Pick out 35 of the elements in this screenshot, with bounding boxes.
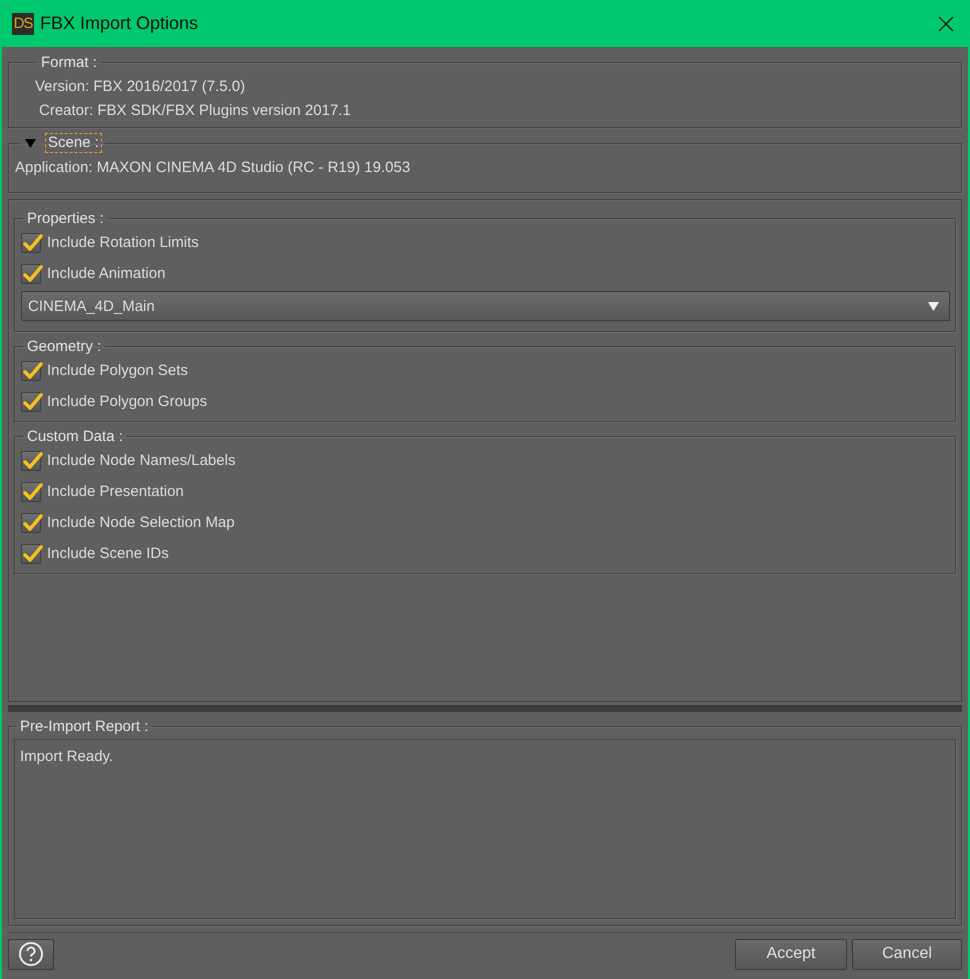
- app-logo: DS: [12, 12, 34, 34]
- group-label: Geometry :: [26, 338, 102, 355]
- group-label: Properties :: [26, 210, 105, 227]
- checkbox-label: Include Scene IDs: [47, 545, 169, 562]
- report-text: Import Ready.: [20, 748, 114, 765]
- checkbox[interactable]: [21, 232, 41, 252]
- checkbox-label: Include Polygon Groups: [47, 393, 208, 410]
- checkbox[interactable]: [21, 360, 41, 380]
- dialog-button[interactable]: Accept: [735, 938, 847, 970]
- dropdown[interactable]: CINEMA_4D_Main: [21, 291, 950, 321]
- help-button[interactable]: [8, 938, 54, 970]
- checkbox[interactable]: [21, 482, 41, 502]
- window-title: FBX Import Options: [40, 13, 200, 34]
- help-icon: [18, 941, 44, 967]
- dialog-button[interactable]: Cancel: [852, 938, 962, 970]
- group-label: Custom Data :: [26, 428, 124, 445]
- group-label: Pre-Import Report :: [19, 718, 150, 735]
- checkbox[interactable]: [21, 392, 41, 412]
- dropdown-arrow-icon: [928, 302, 939, 310]
- checkbox[interactable]: [21, 450, 41, 470]
- checkbox-label: Include Node Selection Map: [47, 514, 235, 531]
- checkbox[interactable]: [21, 544, 41, 564]
- checkbox-label: Include Polygon Sets: [47, 362, 188, 379]
- format-info: Creator: FBX SDK/FBX Plugins version 2017.1: [38, 101, 352, 121]
- checkbox-label: Include Rotation Limits: [47, 234, 199, 251]
- format-info: Version: FBX 2016/2017 (7.5.0): [35, 77, 246, 97]
- checkbox-label: Include Node Names/Labels: [47, 452, 236, 469]
- checkbox[interactable]: [21, 264, 41, 284]
- scene-toggle[interactable]: Scene :: [46, 134, 101, 152]
- checkbox-label: Include Animation: [47, 265, 166, 282]
- group-label: Format :: [40, 54, 98, 71]
- scene-info: Application: MAXON CINEMA 4D Studio (RC - R19) 19.053: [15, 158, 412, 178]
- expanded-arrow-icon[interactable]: [25, 138, 36, 148]
- checkbox[interactable]: [21, 512, 41, 532]
- checkbox-label: Include Presentation: [47, 483, 184, 500]
